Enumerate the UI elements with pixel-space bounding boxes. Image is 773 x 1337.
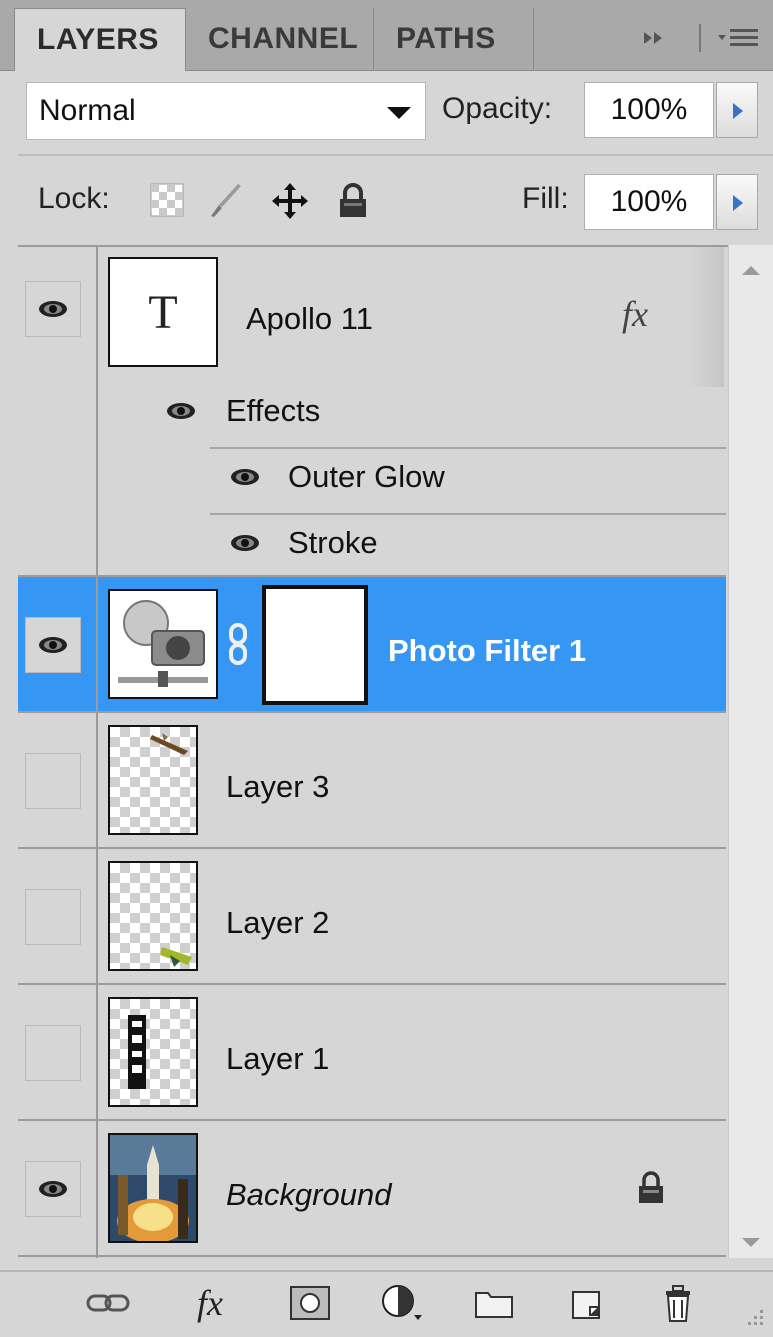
text-layer-icon: T <box>148 285 178 339</box>
divider <box>210 513 726 515</box>
fx-badge[interactable]: fx <box>622 293 648 335</box>
layer-name[interactable]: Photo Filter 1 <box>388 633 586 669</box>
adjustment-thumbnail[interactable] <box>108 589 218 699</box>
mask-link-icon[interactable] <box>228 623 250 670</box>
opacity-input[interactable]: 100% <box>584 82 714 138</box>
eye-column-divider <box>96 245 98 1258</box>
panel-menu-icon[interactable] <box>716 18 760 58</box>
layer-thumbnail[interactable] <box>108 725 198 835</box>
layers-panel: LAYERS CHANNEL PATHS Normal Opacity: 100… <box>0 0 773 1334</box>
layer-thumbnail[interactable] <box>108 997 198 1107</box>
visibility-toggle[interactable] <box>25 753 81 809</box>
lock-position-icon[interactable] <box>272 183 308 219</box>
layer-mask-thumbnail[interactable] <box>262 585 368 705</box>
layer-name[interactable]: Layer 1 <box>226 1041 329 1077</box>
effect-outer-glow[interactable]: Outer Glow <box>288 459 445 495</box>
eye-icon[interactable] <box>166 401 196 421</box>
scroll-down-arrow-icon[interactable] <box>742 1238 760 1247</box>
scroll-up-arrow-icon[interactable] <box>742 266 760 275</box>
visibility-toggle[interactable] <box>25 281 81 337</box>
layers-toolbar: fx <box>0 1270 773 1334</box>
effect-stroke[interactable]: Stroke <box>288 525 378 561</box>
layer-name[interactable]: Layer 2 <box>226 905 329 941</box>
layer-lock-icon[interactable] <box>636 1171 666 1210</box>
new-group-icon[interactable] <box>470 1282 518 1324</box>
visibility-toggle[interactable] <box>25 1161 81 1217</box>
blend-mode-value: Normal <box>39 94 136 127</box>
effects-expander[interactable] <box>688 247 724 387</box>
fill-input[interactable]: 100% <box>584 174 714 230</box>
lock-transparent-icon[interactable] <box>150 183 186 219</box>
lock-label: Lock: <box>38 182 110 215</box>
layer-row-photo-filter-1[interactable]: Photo Filter 1 <box>18 577 726 713</box>
eye-icon[interactable] <box>230 467 260 487</box>
layer-thumbnail-art <box>128 1015 146 1089</box>
blend-mode-select[interactable]: Normal <box>26 82 426 140</box>
layer-row-background[interactable]: Background <box>18 1121 726 1257</box>
layer-name[interactable]: Layer 3 <box>226 769 329 805</box>
visibility-toggle[interactable] <box>25 889 81 945</box>
delete-layer-icon[interactable] <box>654 1282 702 1324</box>
eye-icon <box>39 301 67 317</box>
visibility-toggle[interactable] <box>25 1025 81 1081</box>
new-layer-icon[interactable] <box>562 1282 610 1324</box>
opacity-slider-button[interactable] <box>716 82 758 138</box>
tab-divider <box>698 18 702 58</box>
layers-scrollbar[interactable] <box>728 245 773 1258</box>
fill-label: Fill: <box>522 182 569 215</box>
resize-grip-icon[interactable] <box>740 1308 766 1337</box>
tab-paths[interactable]: PATHS <box>374 8 534 70</box>
layer-thumbnail-art <box>160 947 192 967</box>
add-style-icon[interactable]: fx <box>186 1282 234 1324</box>
lock-image-icon[interactable] <box>208 183 244 219</box>
layer-row-apollo-11[interactable]: T Apollo 11 fx Effects Outer Glow Stroke <box>18 247 726 577</box>
eye-icon[interactable] <box>230 533 260 553</box>
layer-name[interactable]: Apollo 11 <box>246 301 373 337</box>
double-chevron-right-icon[interactable] <box>640 18 670 58</box>
layer-thumbnail[interactable] <box>108 861 198 971</box>
layer-row-layer-2[interactable]: Layer 2 <box>18 849 726 985</box>
divider <box>210 447 726 449</box>
panel-tab-bar: LAYERS CHANNEL PATHS <box>0 0 773 71</box>
divider <box>18 154 773 156</box>
fill-slider-button[interactable] <box>716 174 758 230</box>
layer-name[interactable]: Background <box>226 1177 391 1213</box>
lock-all-icon[interactable] <box>336 183 372 219</box>
opacity-label: Opacity: <box>442 92 553 125</box>
effects-label[interactable]: Effects <box>226 393 320 429</box>
eye-icon <box>39 1181 67 1197</box>
rocket-launch-image <box>110 1135 196 1241</box>
tab-layers[interactable]: LAYERS <box>14 8 186 71</box>
dropdown-arrow-icon <box>387 107 411 119</box>
background-thumbnail[interactable] <box>108 1133 198 1243</box>
layer-thumbnail-art <box>150 733 188 755</box>
link-layers-icon[interactable] <box>84 1282 132 1324</box>
layer-row-layer-1[interactable]: Layer 1 <box>18 985 726 1121</box>
eye-icon <box>39 637 67 653</box>
tab-channels[interactable]: CHANNEL <box>186 8 374 70</box>
text-layer-thumbnail[interactable]: T <box>108 257 218 367</box>
layer-row-layer-3[interactable]: Layer 3 <box>18 713 726 849</box>
new-adjustment-icon[interactable] <box>378 1282 426 1324</box>
add-mask-icon[interactable] <box>286 1282 334 1324</box>
visibility-toggle[interactable] <box>25 617 81 673</box>
photo-filter-icon <box>118 600 208 687</box>
